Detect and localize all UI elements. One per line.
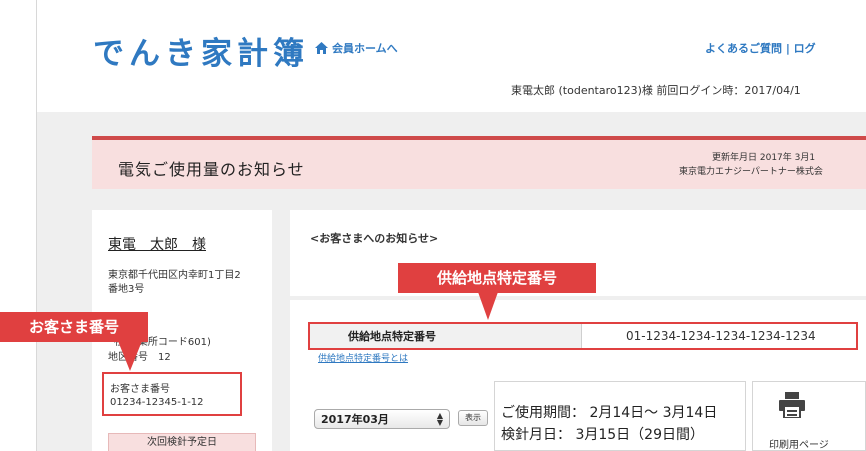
member-home-link[interactable]: 会員ホームへ <box>315 40 398 56</box>
customer-number-callout: お客さま番号 <box>0 312 148 342</box>
customer-number-value: 01234-12345-1-12 <box>110 397 204 408</box>
customer-callout-arrow <box>118 341 142 371</box>
user-login-info: 東電太郎 (todentaro123)様 前回ログイン時：2017/04/1 <box>511 84 801 97</box>
customer-address-line1: 東京都千代田区内幸町1丁目2 <box>108 270 241 281</box>
supply-callout-arrow <box>478 292 498 320</box>
supply-point-row: 供給地点特定番号 01-1234-1234-1234-1234-1234 <box>308 322 858 350</box>
print-page-label: 印刷用ページ <box>769 440 829 451</box>
house-icon <box>315 42 328 54</box>
member-home-label: 会員ホームへ <box>332 42 398 55</box>
customer-name[interactable]: 東電 太郎 様 <box>108 234 206 254</box>
site-logo[interactable]: でんき家計簿 <box>93 28 309 73</box>
section-divider <box>290 296 866 300</box>
supply-point-callout: 供給地点特定番号 <box>398 263 596 293</box>
usage-period: ご使用期間： 2月14日〜 3月14日 <box>501 405 718 421</box>
next-meter-date-header: 次回検針予定日 <box>108 433 256 451</box>
customer-notice-heading: <お客さまへのお知らせ> <box>310 232 439 245</box>
meter-reading-date: 検針月日： 3月15日（29日間） <box>501 427 704 443</box>
main-panel: <お客さまへのお知らせ> 供給地点特定番号 01-1234-1234-1234-… <box>290 210 866 451</box>
printer-icon <box>779 392 805 422</box>
customer-number-label: お客さま番号 <box>110 384 170 395</box>
show-button[interactable]: 表示 <box>458 410 488 426</box>
notice-banner: 電気ご使用量のお知らせ 更新年月日 2017年 3月1 東京電力エナジーパートナ… <box>92 136 866 189</box>
supply-point-value: 01-1234-1234-1234-1234-1234 <box>626 329 816 343</box>
company-name: 東京電力エナジーパートナー株式会 <box>679 167 823 177</box>
updated-date: 更新年月日 2017年 3月1 <box>712 153 816 163</box>
customer-address-line2: 番地3号 <box>108 284 145 295</box>
page-title: 電気ご使用量のお知らせ <box>118 160 305 179</box>
print-page-button[interactable]: 印刷用ページ <box>752 381 866 451</box>
site-header: でんき家計簿 会員ホームへ よくあるご質問 | ログ 東電太郎 (todenta… <box>37 0 866 112</box>
select-arrows-icon: ▲ ▼ <box>436 411 443 427</box>
supply-point-label: 供給地点特定番号 <box>310 324 582 348</box>
faq-login-links[interactable]: よくあるご質問 | ログ <box>705 40 816 56</box>
supply-point-help-link[interactable]: 供給地点特定番号とは <box>318 351 408 364</box>
customer-number-box: お客さま番号 01234-12345-1-12 <box>102 372 242 416</box>
usage-period-box: ご使用期間： 2月14日〜 3月14日 検針月日： 3月15日（29日間） <box>494 381 746 451</box>
month-select[interactable]: 2017年03月 ▲ ▼ <box>314 409 450 429</box>
month-select-value: 2017年03月 <box>321 413 389 426</box>
